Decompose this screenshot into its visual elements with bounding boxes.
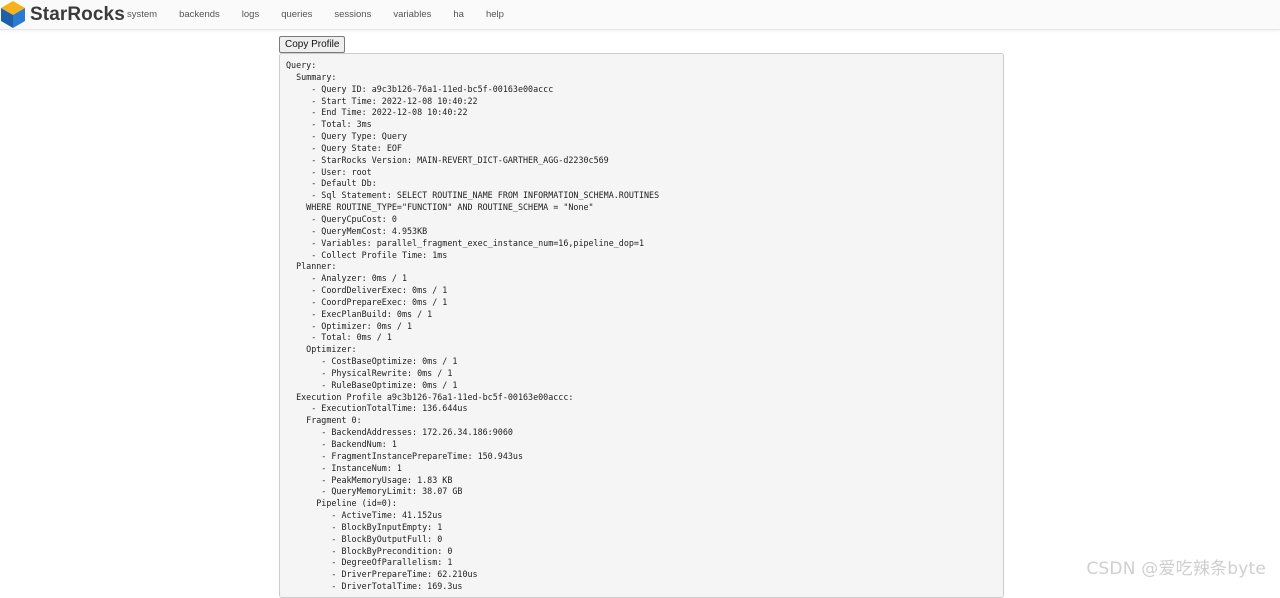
nav-link-help[interactable]: help (480, 0, 510, 29)
profile-line: - DriverPrepareTime: 62.210us (286, 569, 478, 580)
profile-line: Optimizer: (286, 344, 357, 355)
profile-line: - ExecPlanBuild: 0ms / 1 (286, 308, 433, 319)
profile-line: Execution Profile a9c3b126-76a1-11ed-bc5… (286, 391, 574, 402)
profile-line: - StarRocks Version: MAIN-REVERT_DICT-GA… (286, 154, 609, 165)
profile-line: - Query Type: Query (286, 131, 408, 142)
profile-line: - Query ID: a9c3b126-76a1-11ed-bc5f-0016… (286, 83, 554, 94)
profile-line: - DriverTotalTime: 169.3us (286, 581, 463, 592)
profile-line: - QueryCpuCost: 0 (286, 213, 397, 224)
profile-line: - InstanceNum: 1 (286, 462, 402, 473)
profile-line: - QueryMemCost: 4.953KB (286, 225, 428, 236)
profile-line: - PeakMemoryUsage: 1.83 KB (286, 474, 453, 485)
nav-link-queries[interactable]: queries (275, 0, 318, 29)
profile-line: - CoordPrepareExec: 0ms / 1 (286, 296, 448, 307)
profile-line: - DegreeOfParallelism: 1 (286, 557, 453, 568)
watermark: CSDN @爱吃辣条byte (1086, 559, 1266, 579)
profile-line: Query: (286, 60, 317, 70)
profile-line: - Total: 0ms / 1 (286, 332, 392, 343)
profile-line: - BackendNum: 1 (286, 439, 397, 449)
nav-link-ha[interactable]: ha (447, 0, 470, 29)
profile-panel[interactable]: Query: Summary: - Query ID: a9c3b126-76a… (279, 53, 1004, 598)
nav-link-variables[interactable]: variables (387, 0, 437, 29)
profile-line: - End Time: 2022-12-08 10:40:22 (286, 107, 468, 118)
profile-text: Query: Summary: - Query ID: a9c3b126-76a… (280, 54, 1003, 597)
profile-line: - BackendAddresses: 172.26.34.186:9060 (286, 427, 513, 438)
profile-line: - QueryMemoryLimit: 38.07 GB (286, 486, 463, 497)
nav-link-backends[interactable]: backends (173, 0, 226, 29)
profile-line: - FragmentInstancePrepareTime: 150.943us (286, 450, 523, 461)
profile-line: - Collect Profile Time: 1ms (286, 249, 448, 260)
profile-line: - ExecutionTotalTime: 136.644us (286, 403, 468, 414)
profile-line: - Default Db: (286, 178, 377, 189)
profile-line: - Variables: parallel_fragment_exec_inst… (286, 237, 644, 248)
top-navbar: StarRocks system backends logs queries s… (0, 0, 1280, 30)
profile-line: - User: root (286, 166, 372, 177)
profile-line: - ActiveTime: 41.152us (286, 510, 443, 521)
profile-line: - Analyzer: 0ms / 1 (286, 273, 408, 284)
profile-line: - PhysicalRewrite: 0ms / 1 (286, 367, 453, 378)
nav-links: system backends logs queries sessions va… (121, 0, 520, 29)
profile-line: - Query State: EOF (286, 142, 402, 153)
profile-line: - RuleBaseOptimize: 0ms / 1 (286, 379, 458, 390)
profile-line: - BlockByPrecondition: 0 (286, 545, 453, 556)
profile-line: - Sql Statement: SELECT ROUTINE_NAME FRO… (286, 190, 660, 201)
nav-link-logs[interactable]: logs (236, 0, 265, 29)
brand[interactable]: StarRocks (0, 0, 125, 29)
nav-link-sessions[interactable]: sessions (328, 0, 377, 29)
profile-line: Pipeline (id=0): (286, 498, 397, 509)
copy-profile-button[interactable]: Copy Profile (279, 36, 346, 53)
profile-line: - BlockByOutputFull: 0 (286, 533, 443, 544)
profile-line: Fragment 0: (286, 415, 362, 426)
profile-line: WHERE ROUTINE_TYPE="FUNCTION" AND ROUTIN… (286, 202, 594, 213)
nav-link-system[interactable]: system (121, 0, 163, 29)
profile-line: Summary: (286, 71, 337, 82)
profile-line: - Total: 3ms (286, 119, 372, 130)
brand-name: StarRocks (30, 3, 125, 25)
profile-line: - Optimizer: 0ms / 1 (286, 320, 413, 331)
profile-line: - CoordDeliverExec: 0ms / 1 (286, 285, 448, 296)
profile-line: - Start Time: 2022-12-08 10:40:22 (286, 95, 478, 106)
profile-line: - BlockByInputEmpty: 1 (286, 521, 443, 532)
profile-line: Planner: (286, 261, 337, 272)
starrocks-logo-icon (1, 1, 25, 28)
profile-line: - CostBaseOptimize: 0ms / 1 (286, 356, 458, 367)
